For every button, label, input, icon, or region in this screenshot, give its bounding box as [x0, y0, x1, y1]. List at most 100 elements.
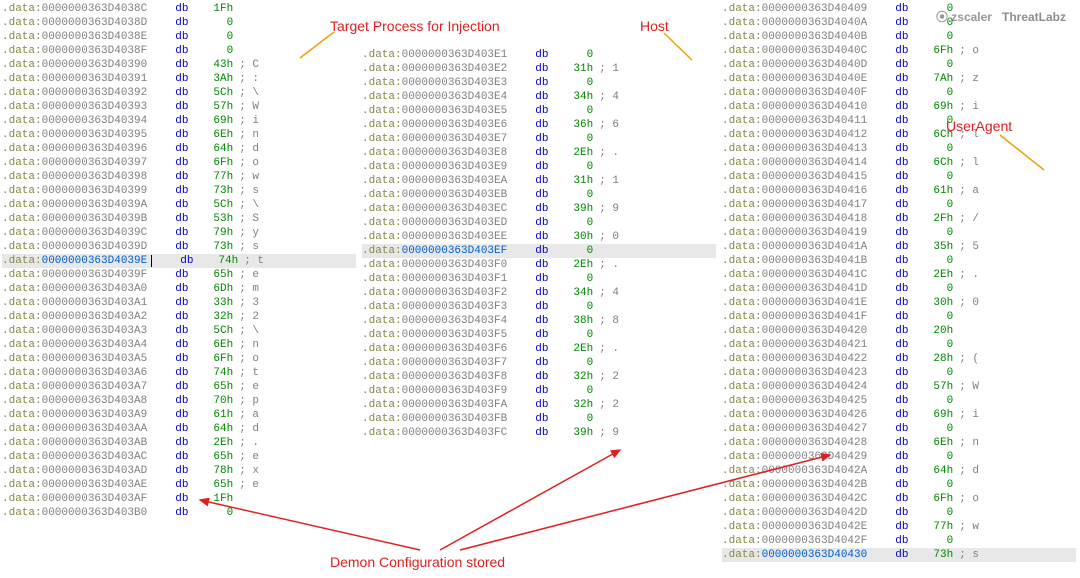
data-row[interactable]: .data:0000000363D403E5db0 — [362, 104, 716, 118]
data-row[interactable]: .data:0000000363D4042Bdb0 — [722, 478, 1076, 492]
data-row[interactable]: .data:0000000363D40424db57h; W — [722, 380, 1076, 394]
data-row[interactable]: .data:0000000363D4038Edb0 — [2, 30, 356, 44]
data-row[interactable]: .data:0000000363D403A3db5Ch; \ — [2, 324, 356, 338]
data-row[interactable]: .data:0000000363D403E8db2Eh; . — [362, 146, 716, 160]
data-row[interactable]: .data:0000000363D40393db57h; W — [2, 100, 356, 114]
data-row[interactable]: .data:0000000363D403E4db34h; 4 — [362, 90, 716, 104]
data-row[interactable]: .data:0000000363D40423db0 — [722, 366, 1076, 380]
data-row[interactable]: .data:0000000363D403E7db0 — [362, 132, 716, 146]
data-row[interactable]: .data:0000000363D40411db0 — [722, 114, 1076, 128]
data-row[interactable]: .data:0000000363D403AEdb65h; e — [2, 478, 356, 492]
column-1[interactable]: .data:0000000363D4038Cdb1Fh.data:0000000… — [0, 0, 360, 578]
data-row[interactable]: .data:0000000363D4041Cdb2Eh; . — [722, 268, 1076, 282]
data-row[interactable]: .data:0000000363D4039Ddb73h; s — [2, 240, 356, 254]
data-row[interactable]: .data:0000000363D403AAdb64h; d — [2, 422, 356, 436]
data-row[interactable]: .data:0000000363D40413db0 — [722, 142, 1076, 156]
data-row[interactable]: .data:0000000363D403A0db6Dh; m — [2, 282, 356, 296]
data-row[interactable]: .data:0000000363D403FAdb32h; 2 — [362, 398, 716, 412]
data-row[interactable]: .data:0000000363D403A1db33h; 3 — [2, 296, 356, 310]
data-row[interactable]: .data:0000000363D4040Bdb0 — [722, 30, 1076, 44]
data-row[interactable]: .data:0000000363D403A6db74h; t — [2, 366, 356, 380]
data-row[interactable]: .data:0000000363D4040Cdb6Fh; o — [722, 44, 1076, 58]
data-row[interactable]: .data:0000000363D4041Ddb0 — [722, 282, 1076, 296]
data-row[interactable]: .data:0000000363D40414db6Ch; l — [722, 156, 1076, 170]
data-row[interactable]: .data:0000000363D403F0db2Eh; . — [362, 258, 716, 272]
data-row[interactable]: .data:0000000363D403F6db2Eh; . — [362, 342, 716, 356]
data-row[interactable]: .data:0000000363D40397db6Fh; o — [2, 156, 356, 170]
data-row[interactable]: .data:0000000363D403AFdb1Fh — [2, 492, 356, 506]
data-row[interactable]: .data:0000000363D4040Fdb0 — [722, 86, 1076, 100]
data-row[interactable]: .data:0000000363D40429db0 — [722, 450, 1076, 464]
data-row[interactable]: .data:0000000363D403A2db32h; 2 — [2, 310, 356, 324]
data-row[interactable]: .data:0000000363D403ADdb78h; x — [2, 464, 356, 478]
data-row[interactable]: .data:0000000363D403E1db0 — [362, 48, 716, 62]
data-row[interactable]: .data:0000000363D4041Fdb0 — [722, 310, 1076, 324]
data-row[interactable]: .data:0000000363D4041Adb35h; 5 — [722, 240, 1076, 254]
data-row[interactable]: .data:0000000363D40428db6Eh; n — [722, 436, 1076, 450]
data-row[interactable]: .data:0000000363D40395db6Eh; n — [2, 128, 356, 142]
column-2[interactable]: .data:0000000363D403E1db0.data:000000036… — [360, 0, 720, 578]
data-row[interactable]: .data:0000000363D40398db77h; w — [2, 170, 356, 184]
data-row[interactable]: .data:0000000363D40392db5Ch; \ — [2, 86, 356, 100]
data-row[interactable]: .data:0000000363D40421db0 — [722, 338, 1076, 352]
data-row[interactable]: .data:0000000363D4042Fdb0 — [722, 534, 1076, 548]
data-row[interactable]: .data:0000000363D403E9db0 — [362, 160, 716, 174]
data-row[interactable]: .data:0000000363D403E2db31h; 1 — [362, 62, 716, 76]
data-row[interactable]: .data:0000000363D40430db73h; s — [722, 548, 1076, 562]
data-row[interactable]: .data:0000000363D403EEdb30h; 0 — [362, 230, 716, 244]
data-row[interactable]: .data:0000000363D403B0db0 — [2, 506, 356, 520]
data-row[interactable]: .data:0000000363D403ACdb65h; e — [2, 450, 356, 464]
data-row[interactable]: .data:0000000363D403EFdb0 — [362, 244, 716, 258]
data-row[interactable]: .data:0000000363D40410db69h; i — [722, 100, 1076, 114]
data-row[interactable]: .data:0000000363D403F8db32h; 2 — [362, 370, 716, 384]
data-row[interactable]: .data:0000000363D40412db6Ch; l — [722, 128, 1076, 142]
data-row[interactable]: .data:0000000363D40399db73h; s — [2, 184, 356, 198]
data-row[interactable]: .data:0000000363D40427db0 — [722, 422, 1076, 436]
data-row[interactable]: .data:0000000363D403A8db70h; p — [2, 394, 356, 408]
data-row[interactable]: .data:0000000363D403F2db34h; 4 — [362, 286, 716, 300]
data-row[interactable]: .data:0000000363D40420db20h — [722, 324, 1076, 338]
data-row[interactable]: .data:0000000363D403F5db0 — [362, 328, 716, 342]
data-row[interactable]: .data:0000000363D403F9db0 — [362, 384, 716, 398]
data-row[interactable]: .data:0000000363D40426db69h; i — [722, 408, 1076, 422]
data-row[interactable]: .data:0000000363D403A5db6Fh; o — [2, 352, 356, 366]
data-row[interactable]: .data:0000000363D4039Edb74h; t — [2, 254, 356, 268]
data-row[interactable]: .data:0000000363D403A4db6Eh; n — [2, 338, 356, 352]
data-row[interactable]: .data:0000000363D40390db43h; C — [2, 58, 356, 72]
data-row[interactable]: .data:0000000363D403EDdb0 — [362, 216, 716, 230]
data-row[interactable]: .data:0000000363D403E6db36h; 6 — [362, 118, 716, 132]
data-row[interactable]: .data:0000000363D403EAdb31h; 1 — [362, 174, 716, 188]
data-row[interactable]: .data:0000000363D4041Bdb0 — [722, 254, 1076, 268]
data-row[interactable]: .data:0000000363D4042Cdb6Fh; o — [722, 492, 1076, 506]
data-row[interactable]: .data:0000000363D40394db69h; i — [2, 114, 356, 128]
data-row[interactable]: .data:0000000363D4039Adb5Ch; \ — [2, 198, 356, 212]
data-row[interactable]: .data:0000000363D40422db28h; ( — [722, 352, 1076, 366]
data-row[interactable]: .data:0000000363D403FCdb39h; 9 — [362, 426, 716, 440]
data-row[interactable]: .data:0000000363D4038Cdb1Fh — [2, 2, 356, 16]
data-row[interactable]: .data:0000000363D4042Ddb0 — [722, 506, 1076, 520]
data-row[interactable]: .data:0000000363D403ECdb39h; 9 — [362, 202, 716, 216]
data-row[interactable]: .data:0000000363D403F7db0 — [362, 356, 716, 370]
data-row[interactable]: .data:0000000363D40417db0 — [722, 198, 1076, 212]
data-row[interactable]: .data:0000000363D4039Fdb65h; e — [2, 268, 356, 282]
data-row[interactable]: .data:0000000363D4042Edb77h; w — [722, 520, 1076, 534]
data-row[interactable]: .data:0000000363D40419db0 — [722, 226, 1076, 240]
data-row[interactable]: .data:0000000363D403E3db0 — [362, 76, 716, 90]
data-row[interactable]: .data:0000000363D403EBdb0 — [362, 188, 716, 202]
data-row[interactable]: .data:0000000363D403FBdb0 — [362, 412, 716, 426]
data-row[interactable]: .data:0000000363D4039Bdb53h; S — [2, 212, 356, 226]
data-row[interactable]: .data:0000000363D4041Edb30h; 0 — [722, 296, 1076, 310]
data-row[interactable]: .data:0000000363D40425db0 — [722, 394, 1076, 408]
data-row[interactable]: .data:0000000363D40416db61h; a — [722, 184, 1076, 198]
data-row[interactable]: .data:0000000363D40415db0 — [722, 170, 1076, 184]
data-row[interactable]: .data:0000000363D4038Ddb0 — [2, 16, 356, 30]
data-row[interactable]: .data:0000000363D40418db2Fh; / — [722, 212, 1076, 226]
data-row[interactable]: .data:0000000363D40391db3Ah; : — [2, 72, 356, 86]
data-row[interactable]: .data:0000000363D4040Edb7Ah; z — [722, 72, 1076, 86]
data-row[interactable]: .data:0000000363D4042Adb64h; d — [722, 464, 1076, 478]
data-row[interactable]: .data:0000000363D40396db64h; d — [2, 142, 356, 156]
data-row[interactable]: .data:0000000363D403F4db38h; 8 — [362, 314, 716, 328]
data-row[interactable]: .data:0000000363D403A7db65h; e — [2, 380, 356, 394]
data-row[interactable]: .data:0000000363D403ABdb2Eh; . — [2, 436, 356, 450]
data-row[interactable]: .data:0000000363D403A9db61h; a — [2, 408, 356, 422]
